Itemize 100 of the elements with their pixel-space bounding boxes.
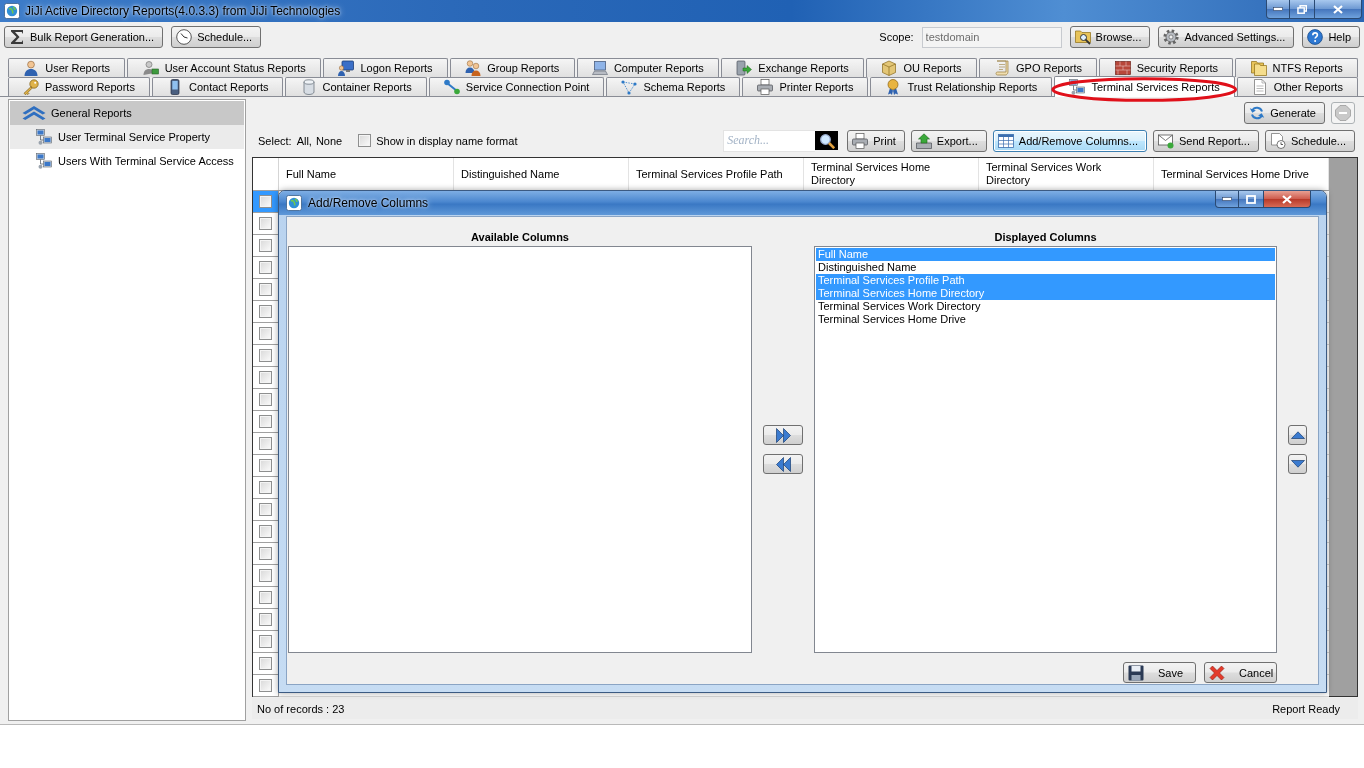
search-button[interactable] [815, 131, 839, 150]
checkbox[interactable] [259, 283, 272, 296]
checkbox[interactable] [259, 481, 272, 494]
save-button[interactable]: Save [1123, 662, 1196, 683]
networked-computers-icon [36, 129, 52, 145]
cylinder-icon [300, 79, 317, 95]
browse-button[interactable]: Browse... [1069, 26, 1151, 48]
report-item[interactable]: User Terminal Service Property [10, 125, 244, 149]
tab[interactable]: Computer Reports [576, 58, 720, 77]
checkbox[interactable] [259, 679, 272, 692]
send-report-button[interactable]: Send Report... [1153, 129, 1259, 152]
tab[interactable]: User Reports [8, 58, 126, 77]
minimize-button[interactable] [1215, 191, 1239, 208]
checkbox[interactable] [259, 217, 272, 230]
networked-computers-icon [1069, 79, 1086, 95]
row-selector-cell[interactable] [253, 191, 279, 213]
list-item[interactable]: Terminal Services Work Directory [816, 300, 1275, 313]
checkbox[interactable] [259, 305, 272, 318]
restore-icon [1297, 4, 1307, 14]
search-field[interactable]: Search... [723, 129, 816, 152]
checkbox[interactable] [259, 569, 272, 582]
checkbox[interactable] [259, 349, 272, 362]
checkbox[interactable] [259, 547, 272, 560]
tab[interactable]: NTFS Reports [1235, 58, 1359, 77]
list-item[interactable]: Terminal Services Home Drive [816, 313, 1275, 326]
brick-wall-icon [1114, 60, 1131, 76]
tab[interactable]: Printer Reports [742, 77, 869, 96]
tab[interactable]: Schema Reports [606, 77, 741, 96]
tab[interactable]: Container Reports [285, 77, 427, 96]
close-button[interactable] [1315, 0, 1362, 19]
checkbox[interactable] [259, 415, 272, 428]
list-heading: Displayed Columns [994, 231, 1097, 245]
checkbox[interactable] [259, 657, 272, 670]
checkbox[interactable] [259, 459, 272, 472]
columns-button[interactable]: Add/Remove Columns... [992, 129, 1147, 152]
maximize-button[interactable] [1239, 191, 1264, 208]
checkbox[interactable] [259, 503, 272, 516]
checkbox[interactable] [259, 613, 272, 626]
select-link[interactable]: None [315, 134, 343, 147]
select-link[interactable]: All, [296, 134, 312, 147]
list-item[interactable]: Distinguished Name [816, 261, 1275, 274]
tab[interactable]: Other Reports [1236, 77, 1358, 96]
close-icon [1333, 4, 1343, 14]
double-chevron-up-icon [22, 105, 46, 121]
checkbox[interactable] [259, 261, 272, 274]
tab[interactable]: User Account Status Reports [127, 58, 322, 77]
report-item[interactable]: Users With Terminal Service Access [10, 149, 244, 173]
print-button[interactable]: Print [847, 129, 905, 152]
up-triangle-icon [1290, 431, 1305, 439]
tab[interactable]: Exchange Reports [721, 58, 865, 77]
checkbox[interactable] [259, 437, 272, 450]
envelope-icon [1158, 132, 1174, 149]
dotted-diagram-icon [621, 79, 638, 95]
group-header[interactable]: General Reports [10, 101, 244, 125]
advanced-settings-button[interactable]: Advanced Settings... [1158, 26, 1295, 48]
tab[interactable]: Contact Reports [151, 77, 284, 96]
cross-icon [1209, 664, 1225, 681]
checkbox[interactable] [259, 393, 272, 406]
refresh-icon [1249, 105, 1266, 121]
generate-button[interactable]: Generate [1244, 102, 1325, 124]
tab[interactable]: GPO Reports [978, 58, 1098, 77]
select-label: Select: [258, 134, 292, 147]
help-button[interactable]: Help [1302, 26, 1360, 48]
close-button[interactable] [1264, 191, 1311, 208]
two-people-icon [465, 60, 482, 76]
move-down-button[interactable] [1288, 454, 1307, 474]
folder-magnifier-icon [1074, 29, 1091, 45]
bulk-report-button[interactable]: Bulk Report Generation... [4, 26, 164, 48]
schedule-button[interactable]: Schedule... [1264, 129, 1355, 152]
checkbox[interactable] [259, 635, 272, 648]
tab[interactable]: Password Reports [8, 77, 150, 96]
move-up-button[interactable] [1288, 425, 1307, 445]
double-left-arrow-icon [775, 456, 791, 472]
columns-icon [997, 132, 1014, 149]
export-button[interactable]: Export... [910, 129, 987, 152]
tab[interactable]: Group Reports [449, 58, 575, 77]
cancel-button[interactable]: Cancel [1204, 662, 1277, 683]
minimize-button[interactable] [1266, 0, 1290, 19]
monitor-person-icon [338, 60, 355, 76]
checkbox[interactable] [358, 134, 372, 147]
gear-icon [1163, 29, 1180, 45]
checkbox[interactable] [259, 195, 272, 208]
remove-columns-button[interactable] [763, 454, 803, 474]
schedule-button[interactable]: Schedule... [171, 26, 262, 48]
close-icon [1282, 194, 1292, 204]
add-columns-button[interactable] [763, 425, 803, 445]
tab[interactable]: OU Reports [866, 58, 977, 77]
ribbon-medal-icon [885, 79, 902, 95]
maximize-icon [1246, 194, 1256, 204]
checkbox[interactable] [259, 371, 272, 384]
tab[interactable]: Service Connection Point [428, 77, 605, 96]
checkbox[interactable] [259, 591, 272, 604]
restore-button[interactable] [1290, 0, 1315, 19]
tab[interactable]: Logon Reports [323, 58, 448, 77]
checkbox[interactable] [259, 327, 272, 340]
tab[interactable]: Trust Relationship Reports [870, 77, 1053, 96]
displayed-columns-list[interactable]: Full Name Distinguished Name Terminal Services Profile Path Terminal Services Home Directory Terminal Services Work Directory Terminal Services Home Drive [814, 246, 1277, 653]
search-icon [818, 132, 835, 149]
checkbox[interactable] [259, 239, 272, 252]
checkbox[interactable] [259, 525, 272, 538]
